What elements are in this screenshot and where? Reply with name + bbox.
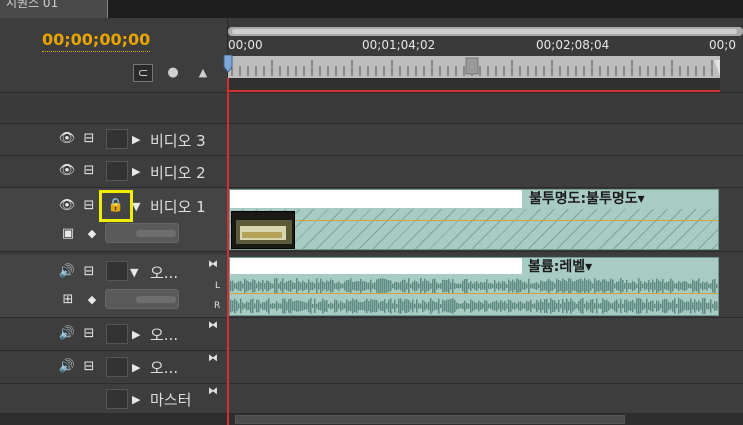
zoom-scrollbar-thumb[interactable] <box>232 29 737 34</box>
track-header-audio-2[interactable]: 🔊 ⊟ ▶ 오... ⧓ <box>0 318 228 351</box>
lock-highlight-box <box>99 190 133 222</box>
left-channel-label: L <box>215 281 221 291</box>
expand-triangle-icon[interactable]: ▶ <box>132 133 140 146</box>
sequence-tab-label: 시퀀스 01 <box>6 0 59 10</box>
keyframe-diamond-icon[interactable]: ◆ <box>82 225 102 243</box>
clip-thumbnail <box>231 211 295 249</box>
track-name: 오... <box>150 264 179 282</box>
locked-hatch-overlay <box>230 209 718 249</box>
snap-icon[interactable]: ⊂ <box>133 64 153 82</box>
track-lane-video-3[interactable] <box>228 124 743 156</box>
sync-lock-icon[interactable]: ⊟ <box>79 197 99 215</box>
eye-icon[interactable]: 👁 <box>57 197 77 215</box>
waveform-left <box>230 278 718 294</box>
expand-triangle-icon[interactable]: ▶ <box>132 393 140 406</box>
panel-tab-strip <box>0 0 743 18</box>
ruler-label-0: 00;00 <box>228 38 263 52</box>
timeline-scrollbar-thumb[interactable] <box>235 415 625 424</box>
track-header-video-3[interactable]: 👁 ⊟ ▶ 비디오 3 <box>0 124 228 156</box>
track-name: 비디오 3 <box>150 132 206 150</box>
keyframe-navigator[interactable] <box>105 223 179 243</box>
clip-name-bar <box>230 190 522 208</box>
lock-toggle[interactable] <box>106 261 128 281</box>
marker-icon[interactable]: ● <box>163 64 183 82</box>
speaker-icon[interactable]: 🔊 <box>57 358 77 376</box>
expand-triangle-icon[interactable]: ▶ <box>132 361 140 374</box>
eye-icon[interactable]: 👁 <box>57 130 77 148</box>
collapse-triangle-icon[interactable]: ▼ <box>130 266 138 279</box>
lock-toggle[interactable] <box>106 389 128 409</box>
sequence-tab[interactable]: 시퀀스 01 <box>0 0 108 18</box>
clip-effect-menu[interactable]: 불투명도:불투명도▾ <box>529 188 645 208</box>
track-name: 비디오 1 <box>150 198 206 216</box>
track-name: 오... <box>150 326 179 344</box>
track-type-icon: ⧓ <box>208 353 218 364</box>
lock-toggle[interactable] <box>106 129 128 149</box>
track-lane-video-2[interactable] <box>228 156 743 188</box>
clip-name-bar <box>230 258 522 274</box>
sync-lock-icon[interactable]: ⊟ <box>79 358 99 376</box>
display-waveform-icon[interactable]: ⊞ <box>58 291 78 309</box>
opacity-rubberband[interactable] <box>230 220 718 221</box>
track-name: 오... <box>150 359 179 377</box>
track-header-audio-1[interactable]: 🔊 ⊟ ▼ 오... ⧓ ⊞ ◆ L R <box>0 255 228 318</box>
track-type-icon: ⧓ <box>208 320 218 331</box>
eye-icon[interactable]: 👁 <box>57 162 77 180</box>
right-channel-label: R <box>214 301 221 311</box>
playhead-line[interactable] <box>227 78 229 425</box>
expand-triangle-icon[interactable]: ▶ <box>132 165 140 178</box>
waveform-right <box>230 298 718 314</box>
sync-lock-icon[interactable]: ⊟ <box>79 325 99 343</box>
collapse-triangle-icon[interactable]: ▼ <box>132 200 140 213</box>
track-lane-master[interactable] <box>228 384 743 414</box>
sync-lock-icon[interactable]: ⊟ <box>79 130 99 148</box>
track-header-audio-3[interactable]: 🔊 ⊟ ▶ 오... ⧓ <box>0 351 228 384</box>
playhead-handle[interactable] <box>223 55 233 73</box>
track-header-master[interactable]: ▶ 마스터 ⧓ <box>0 384 228 414</box>
ruler-label-3: 00;0 <box>709 38 736 52</box>
lock-toggle[interactable] <box>106 324 128 344</box>
keyframe-navigator[interactable] <box>105 289 179 309</box>
lock-toggle[interactable] <box>106 161 128 181</box>
display-style-icon[interactable]: ▣ <box>58 225 78 243</box>
keyframe-diamond-icon[interactable]: ◆ <box>82 291 102 309</box>
sync-lock-icon[interactable]: ⊟ <box>79 263 99 281</box>
timecode-underline <box>42 51 150 52</box>
track-name: 마스터 <box>150 391 192 409</box>
track-divider[interactable] <box>0 92 743 124</box>
clip-effect-menu[interactable]: 볼륨:레벨▾ <box>528 256 592 276</box>
track-header-video-2[interactable]: 👁 ⊟ ▶ 비디오 2 <box>0 156 228 188</box>
ruler-label-1: 00;01;04;02 <box>362 38 436 52</box>
thumbnail-image <box>232 212 294 248</box>
track-lane-audio-2[interactable] <box>228 318 743 351</box>
ruler-ticks <box>228 56 720 78</box>
volume-rubberband[interactable] <box>230 293 718 294</box>
expand-triangle-icon[interactable]: ▶ <box>132 328 140 341</box>
speaker-icon[interactable]: 🔊 <box>57 325 77 343</box>
track-name: 비디오 2 <box>150 164 206 182</box>
keyframe-icon[interactable]: ▲ <box>193 64 213 82</box>
ruler-label-2: 00;02;08;04 <box>536 38 610 52</box>
track-lane-audio-3[interactable] <box>228 351 743 384</box>
speaker-icon[interactable]: 🔊 <box>57 263 77 281</box>
sync-lock-icon[interactable]: ⊟ <box>79 162 99 180</box>
current-timecode[interactable]: 00;00;00;00 <box>42 30 150 49</box>
lock-toggle[interactable] <box>106 357 128 377</box>
track-type-icon: ⧓ <box>208 386 218 397</box>
track-type-icon: ⧓ <box>208 259 218 270</box>
